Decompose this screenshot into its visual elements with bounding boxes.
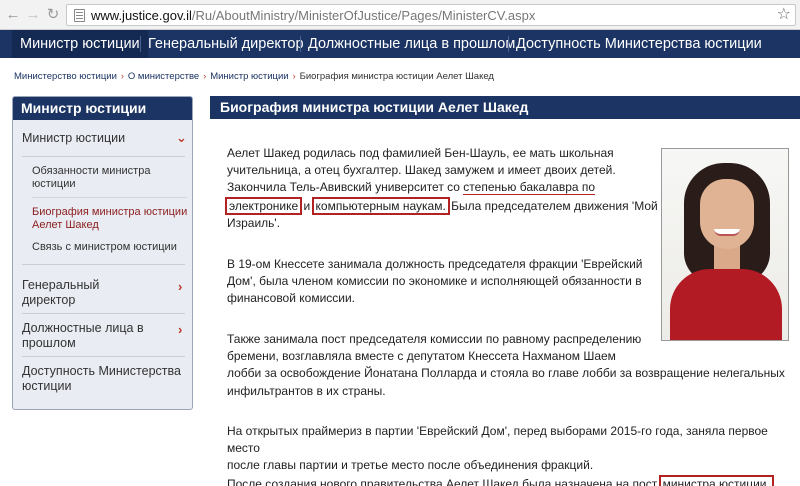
breadcrumb-chevron-icon: ›: [203, 71, 207, 81]
browser-toolbar: ← → ↻ www.justice.gov.il/Ru/AboutMinistr…: [0, 0, 800, 30]
sidebar-item-label: Биография министра юстиции: [32, 206, 188, 218]
reload-icon[interactable]: ↻: [44, 6, 62, 24]
breadcrumb: Министерство юстиции › О министерстве › Мини…: [14, 71, 494, 82]
sidebar-item-director-general[interactable]: Генеральный директор: [22, 278, 99, 308]
breadcrumb-current: Биография министра юстиции Аелет Шакед: [299, 71, 494, 82]
sidebar-item-label: Должностные лица в: [22, 321, 144, 335]
breadcrumb-chevron-icon: ›: [120, 71, 124, 81]
sidebar: Министр юстиции Министр юстиции ⌄ Обязан…: [12, 96, 193, 410]
divider: [22, 264, 185, 265]
nav-divider: [508, 36, 509, 52]
divider: [22, 156, 185, 157]
text-line: Аелет Шакед родилась под фамилией Бен-Ша…: [227, 146, 614, 160]
text-line: В 19-ом Кнессете занимала должность пред…: [227, 257, 643, 271]
sidebar-item-accessibility[interactable]: Доступность Министерства юстиции: [22, 364, 181, 394]
text-line: лобби за освобождение Йонатана Полларда …: [227, 366, 785, 381]
text-line: финансовой комиссии.: [227, 291, 356, 306]
sidebar-item-biography[interactable]: Биография министра юстиции Аелет Шакед: [32, 206, 187, 232]
highlight-electronics: электронике: [224, 196, 303, 215]
divider: [22, 356, 185, 357]
sidebar-item-contact[interactable]: Связь с министром юстиции: [32, 241, 177, 254]
star-icon[interactable]: ☆: [777, 5, 791, 25]
text-line: инфильтрантов в их страны.: [227, 383, 386, 398]
url-text[interactable]: www.justice.gov.il/Ru/AboutMinistry/Mini…: [91, 7, 535, 24]
page-icon: [74, 9, 85, 22]
highlight-degree: степенью бакалавра по: [463, 180, 596, 196]
text-line: Дом', была членом комиссии по экономике …: [227, 274, 642, 289]
breadcrumb-ministry[interactable]: Министерство юстиции: [14, 71, 117, 82]
text-line: бремени, возглавляла вместе с депутатом …: [227, 349, 616, 364]
sidebar-item-label: директор: [22, 293, 76, 307]
top-nav-minister[interactable]: Министр юстиции: [12, 30, 148, 58]
text-span: Закончила Тель-Авивский университет со: [227, 180, 464, 195]
sidebar-item-duties[interactable]: Обязанности министра юстиции: [32, 165, 150, 191]
sidebar-item-label: юстиции: [32, 178, 76, 190]
sidebar-title: Министр юстиции: [13, 97, 192, 120]
bio-paragraph-lobby: Также занимала пост председателя комисси…: [227, 331, 785, 400]
sidebar-item-minister[interactable]: Министр юстиции: [22, 131, 125, 146]
divider: [22, 313, 185, 314]
breadcrumb-chevron-icon: ›: [292, 71, 296, 81]
highlight-justice-minister: министра юстиции.: [658, 474, 774, 486]
top-nav-former-officials[interactable]: Должностные лица в прошлом: [308, 30, 515, 58]
photo-dress: [670, 269, 782, 340]
breadcrumb-minister[interactable]: Министр юстиции: [210, 71, 288, 82]
photo-face: [700, 179, 754, 249]
photo-smile: [714, 229, 740, 236]
back-arrow-icon[interactable]: ←: [4, 6, 22, 24]
minister-photo: [661, 148, 789, 341]
sidebar-item-label: Аелет Шакед: [32, 219, 99, 231]
forward-arrow-icon[interactable]: →: [24, 6, 42, 24]
nav-divider: [300, 36, 301, 52]
divider: [32, 197, 187, 198]
text-line: Закончила Тель-Авивский университет со с…: [227, 179, 658, 196]
sidebar-item-former-officials[interactable]: Должностные лица в прошлом: [22, 321, 144, 351]
chevron-right-icon[interactable]: ›: [178, 322, 182, 337]
bio-paragraph-primaries: На открытых праймериз в партии 'Еврейски…: [227, 423, 800, 486]
top-nav-director-general[interactable]: Генеральный директор: [148, 30, 304, 58]
text-span: После создания нового правительства Аеле…: [227, 476, 661, 486]
text-line: Израиль'.: [227, 215, 281, 230]
text-line: После создания нового правительства Аеле…: [227, 474, 800, 486]
sidebar-item-label: Обязанности министра: [32, 165, 151, 177]
chevron-right-icon[interactable]: ›: [178, 279, 182, 294]
text-line: На открытых праймериз в партии 'Еврейски…: [227, 424, 768, 456]
sidebar-item-label: Генеральный: [22, 278, 100, 292]
text-line: электронике и компьютерным наукам. Была …: [224, 196, 658, 215]
text-line: после главы партии и третье место после …: [227, 458, 594, 473]
page-title: Биография министра юстиции Аелет Шакед: [210, 96, 800, 119]
bio-paragraph-knesset: В 19-ом Кнессете занимала должность пред…: [227, 256, 642, 308]
breadcrumb-about[interactable]: О министерстве: [128, 71, 199, 82]
url-domain: www.justice.gov.il: [91, 8, 192, 23]
bio-paragraph-education: Аелет Шакед родилась под фамилией Бен-Ша…: [224, 145, 658, 232]
top-nav-accessibility[interactable]: Доступность Министерства юстиции: [516, 30, 762, 58]
sidebar-item-label: прошлом: [22, 336, 76, 350]
highlight-computer-science: компьютерным наукам.: [311, 196, 450, 215]
top-navigation: Министр юстиции Генеральный директор Дол…: [0, 30, 800, 58]
sidebar-item-label: Доступность Министерства: [22, 364, 181, 378]
sidebar-item-label: юстиции: [22, 379, 72, 393]
address-bar[interactable]: www.justice.gov.il/Ru/AboutMinistry/Mini…: [66, 4, 796, 26]
chevron-down-icon[interactable]: ⌄: [176, 130, 187, 146]
nav-divider: [140, 36, 141, 52]
sidebar-item-label: Связь с министром юстиции: [32, 241, 177, 253]
text-span: Была председателем движения 'Мой: [447, 198, 658, 213]
text-span: и: [300, 198, 314, 213]
url-path: /Ru/AboutMinistry/MinisterOfJustice/Page…: [191, 8, 536, 23]
text-line: учительница, а отец бухгалтер. Шакед зам…: [227, 163, 616, 178]
